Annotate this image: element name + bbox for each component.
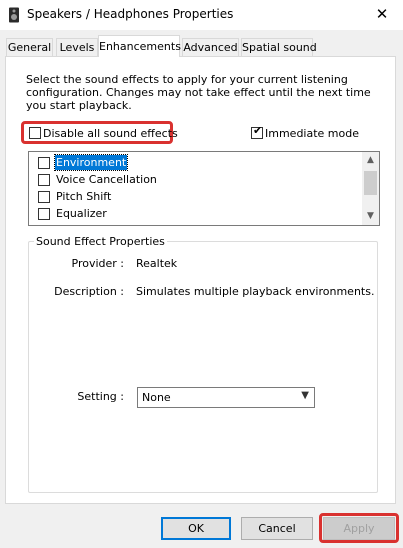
list-item[interactable]: Pitch Shift bbox=[29, 188, 359, 205]
title-bar: Speakers / Headphones Properties ✕ bbox=[0, 0, 403, 30]
setting-select[interactable]: None ▼ bbox=[137, 387, 315, 408]
disable-all-checkbox[interactable] bbox=[29, 127, 41, 139]
chevron-down-icon: ▼ bbox=[301, 390, 309, 401]
close-icon[interactable]: ✕ bbox=[369, 4, 395, 24]
tab-spatial-sound[interactable]: Spatial sound bbox=[241, 38, 317, 56]
sound-effects-list[interactable]: Environment Voice Cancellation Pitch Shi… bbox=[28, 151, 380, 226]
provider-label: Provider : bbox=[71, 257, 125, 270]
scroll-up-icon[interactable]: ▲ bbox=[362, 152, 379, 169]
window-title: Speakers / Headphones Properties bbox=[27, 7, 234, 21]
scroll-down-icon[interactable]: ▼ bbox=[362, 208, 379, 225]
list-scrollbar[interactable]: ▲ ▼ bbox=[362, 152, 379, 225]
setting-select-value: None bbox=[142, 391, 171, 404]
tab-levels[interactable]: Levels bbox=[56, 38, 98, 56]
checkmark-icon: ✔ bbox=[253, 124, 263, 137]
effect-checkbox[interactable] bbox=[38, 174, 50, 186]
sound-effect-properties-group bbox=[28, 241, 378, 493]
group-title: Sound Effect Properties bbox=[34, 235, 167, 248]
description-value: Simulates multiple playback environments… bbox=[136, 285, 375, 298]
immediate-mode-label[interactable]: Immediate mode bbox=[265, 127, 359, 140]
tab-enhancements[interactable]: Enhancements bbox=[98, 35, 181, 57]
list-item[interactable]: Equalizer bbox=[29, 205, 359, 222]
setting-label: Setting : bbox=[77, 390, 124, 403]
effect-label[interactable]: Environment bbox=[53, 154, 129, 171]
scroll-thumb[interactable] bbox=[364, 171, 377, 195]
immediate-mode-checkbox[interactable]: ✔ bbox=[251, 124, 263, 139]
speaker-icon bbox=[9, 7, 19, 23]
effect-checkbox[interactable] bbox=[38, 191, 50, 203]
effect-label[interactable]: Pitch Shift bbox=[55, 189, 112, 204]
apply-button[interactable]: Apply bbox=[323, 517, 395, 540]
tab-advanced[interactable]: Advanced bbox=[182, 38, 239, 56]
enhancements-panel: Select the sound effects to apply for yo… bbox=[5, 56, 396, 504]
effect-checkbox[interactable] bbox=[38, 208, 50, 220]
effect-label[interactable]: Voice Cancellation bbox=[55, 172, 158, 187]
tab-general[interactable]: General bbox=[6, 38, 53, 56]
instructions-text: Select the sound effects to apply for yo… bbox=[26, 73, 371, 112]
provider-value: Realtek bbox=[136, 257, 178, 270]
cancel-button[interactable]: Cancel bbox=[241, 517, 313, 540]
effect-checkbox[interactable] bbox=[38, 157, 50, 169]
description-label: Description : bbox=[54, 285, 124, 298]
list-item[interactable]: Environment bbox=[29, 154, 359, 171]
ok-button[interactable]: OK bbox=[161, 517, 231, 540]
effect-label[interactable]: Equalizer bbox=[55, 206, 108, 221]
disable-all-label[interactable]: Disable all sound effects bbox=[43, 127, 178, 140]
list-item[interactable]: Voice Cancellation bbox=[29, 171, 359, 188]
